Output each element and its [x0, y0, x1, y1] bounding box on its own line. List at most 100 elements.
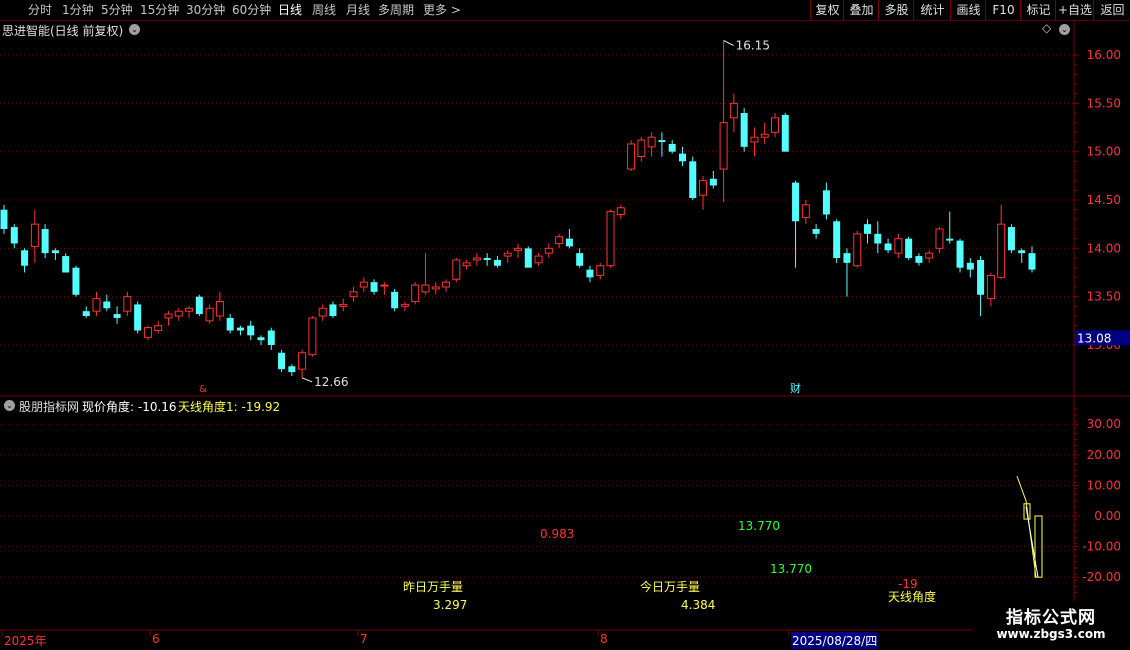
- date-label-month-8: 8: [600, 632, 608, 646]
- candle-body-up: [462, 262, 471, 267]
- date-highlight: 2025/08/28/四: [791, 632, 879, 649]
- candle-body-up: [750, 136, 759, 143]
- candle-body-down: [103, 301, 111, 309]
- candle-body-up: [123, 296, 132, 312]
- toolbar-button-6[interactable]: 标记: [1020, 0, 1056, 20]
- indicator-line-white: [1025, 506, 1039, 578]
- candle-body-up: [729, 102, 738, 119]
- angle-label: 天线角度: [888, 590, 937, 604]
- candle-body-down: [41, 229, 49, 254]
- event-marker-finance: 财: [790, 381, 801, 395]
- candle-body-down: [195, 296, 203, 315]
- candle-body-down: [524, 248, 532, 268]
- candle-body-down: [792, 182, 800, 222]
- toolbar-button-3[interactable]: 统计: [913, 0, 951, 20]
- main-yaxis-label: 13.50: [1087, 290, 1121, 304]
- stock-title: 思进智能(日线 前复权): [2, 24, 124, 38]
- candle-body-up: [637, 139, 646, 158]
- main-yaxis-label: 15.50: [1087, 96, 1121, 110]
- candle-body-up: [164, 313, 173, 319]
- candle-body-down: [966, 262, 974, 270]
- main-yaxis-label: 14.50: [1087, 193, 1121, 207]
- candle-body-down: [668, 143, 676, 152]
- main-yaxis-label: 16.00: [1087, 48, 1121, 62]
- high-marker-label: 16.15: [736, 38, 770, 52]
- candle-body-up: [318, 307, 327, 317]
- chevron-down-icon[interactable]: ⌄: [1059, 24, 1070, 35]
- candle-body-down: [740, 113, 748, 147]
- candle-body-down: [10, 227, 18, 244]
- candle-body-up: [503, 252, 512, 257]
- toolbar-button-0[interactable]: 复权: [810, 0, 844, 20]
- candle-body-up: [771, 117, 779, 133]
- candle-body-down: [884, 243, 892, 251]
- candle-body-down: [915, 256, 923, 263]
- candle-body-up: [359, 281, 368, 288]
- candle-body-down: [288, 366, 296, 373]
- candle-body-up: [986, 274, 995, 300]
- candle-body-down: [134, 304, 142, 331]
- candle-body-down: [709, 178, 717, 186]
- diamond-icon[interactable]: ◇: [1042, 21, 1051, 35]
- candle-body-up: [719, 122, 728, 170]
- toolbar-button-2[interactable]: 多股: [878, 0, 914, 20]
- candle-body-up: [92, 298, 101, 312]
- period-tab-8[interactable]: 月线: [346, 0, 370, 20]
- candle-body-down: [946, 238, 954, 241]
- candle-body-up: [411, 284, 420, 303]
- toolbar-button-4[interactable]: 画线: [950, 0, 986, 20]
- candle-body-up: [760, 133, 769, 138]
- date-label-year: 2025年: [4, 634, 47, 648]
- candle-body-up: [596, 265, 605, 276]
- period-tab-10[interactable]: 更多 >: [423, 0, 461, 20]
- candle-body-down: [1007, 227, 1015, 251]
- candle-body-down: [493, 259, 501, 266]
- candle-body-down: [977, 259, 985, 295]
- low-marker-label: 12.66: [314, 375, 348, 389]
- period-tab-5[interactable]: 60分钟: [232, 0, 271, 20]
- chevron-down-icon[interactable]: ⌄: [129, 24, 140, 35]
- candle-body-up: [349, 291, 358, 298]
- candle-body-down: [781, 114, 789, 152]
- chart-area[interactable]: 16.0015.5015.0014.5014.0013.5013.0013.08…: [0, 20, 1130, 650]
- period-tab-4[interactable]: 30分钟: [186, 0, 225, 20]
- period-tab-9[interactable]: 多周期: [378, 0, 414, 20]
- candle-body-up: [174, 310, 183, 317]
- chevron-down-icon[interactable]: ⌄: [4, 400, 15, 411]
- indicator-name: 股朋指标网: [19, 400, 80, 414]
- indicator-label-price-angle: 现价角度: -10.16: [82, 400, 177, 414]
- candle-body-down: [905, 238, 913, 259]
- period-tab-7[interactable]: 周线: [312, 0, 336, 20]
- toolbar-button-8[interactable]: 返回: [1093, 0, 1130, 20]
- candle-body-up: [380, 284, 389, 287]
- toolbar-button-1[interactable]: 叠加: [843, 0, 879, 20]
- candle-body-down: [72, 267, 80, 295]
- indicator-value-2: 13.770: [738, 519, 780, 533]
- candle-body-down: [62, 256, 70, 273]
- toolbar-button-5[interactable]: F10: [985, 0, 1021, 20]
- candle-body-up: [154, 325, 163, 332]
- main-yaxis-label: 14.00: [1087, 241, 1121, 255]
- candle-body-up: [853, 233, 862, 267]
- candle-body-down: [370, 282, 378, 292]
- candle-body-up: [801, 204, 810, 218]
- candle-body-up: [143, 327, 152, 338]
- candle-body-down: [565, 238, 573, 247]
- candle-body-down: [247, 325, 255, 336]
- candle-body-up: [308, 317, 317, 356]
- indicator-yaxis-label: 30.00: [1087, 417, 1121, 431]
- period-tab-1[interactable]: 1分钟: [62, 0, 94, 20]
- period-tab-2[interactable]: 5分钟: [101, 0, 133, 20]
- period-tab-6[interactable]: 日线: [278, 0, 302, 20]
- candle-body-up: [935, 228, 944, 249]
- indicator-yaxis-label: -10.00: [1082, 540, 1121, 554]
- event-marker-small: &: [199, 384, 207, 395]
- candle-body-up: [647, 136, 656, 148]
- period-tab-3[interactable]: 15分钟: [140, 0, 179, 20]
- indicator-yaxis-label: 10.00: [1087, 478, 1121, 492]
- candle-body-down: [576, 253, 584, 266]
- indicator-value-3: 13.770: [770, 562, 812, 576]
- period-tab-0[interactable]: 分时: [28, 0, 52, 20]
- candle-body-up: [421, 284, 430, 293]
- toolbar-button-7[interactable]: +自选: [1055, 0, 1094, 20]
